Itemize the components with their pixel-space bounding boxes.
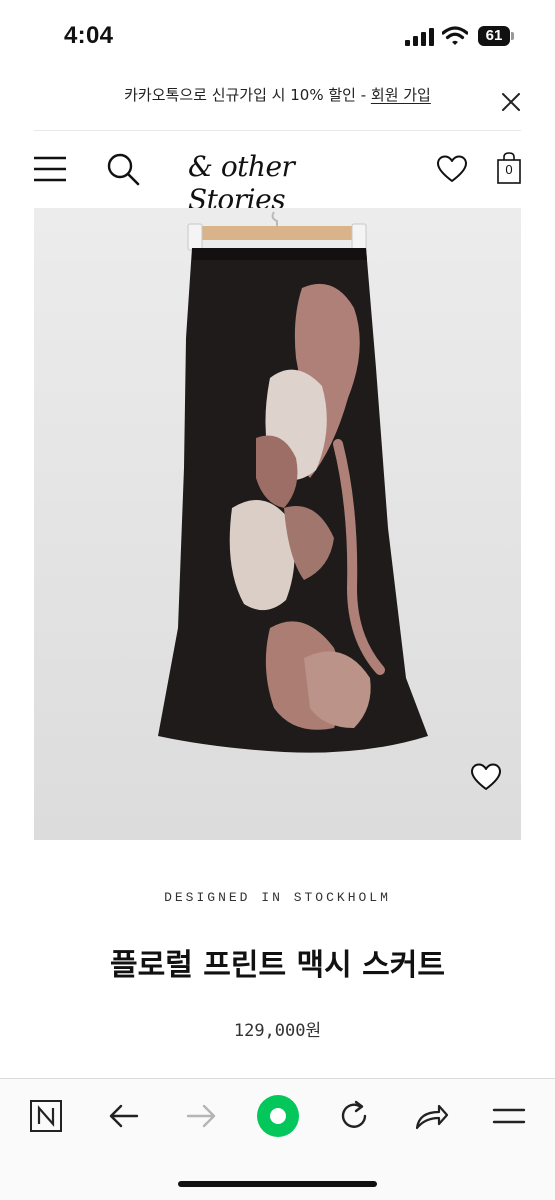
battery-tip	[511, 32, 514, 40]
search-icon[interactable]	[106, 152, 140, 186]
home-indicator	[178, 1181, 377, 1187]
product-price: 129,000원	[233, 1021, 322, 1041]
status-time: 4:04	[64, 22, 114, 49]
promo-text: 카카오톡으로 신규가입 시 10% 할인 -	[124, 86, 371, 104]
product-title: 플로럴 프린트 맥시 스커트	[110, 948, 445, 983]
battery-indicator: 61	[478, 26, 516, 46]
shopping-bag-button[interactable]: 0	[497, 152, 521, 184]
cellular-signal-icon	[405, 28, 434, 46]
product-tagline: DESIGNED IN STOCKHOLM	[164, 890, 391, 905]
signup-link[interactable]: 회원 가입	[371, 86, 431, 104]
green-dot-icon[interactable]	[256, 1094, 300, 1138]
refresh-icon[interactable]	[334, 1096, 374, 1136]
wifi-icon	[442, 26, 468, 45]
close-icon[interactable]	[501, 92, 521, 112]
battery-level: 61	[478, 26, 510, 46]
bag-count: 0	[505, 162, 513, 177]
promo-banner: 카카오톡으로 신규가입 시 10% 할인 - 회원 가입	[0, 84, 555, 105]
wishlist-heart-icon[interactable]	[437, 155, 467, 183]
back-icon[interactable]	[104, 1096, 144, 1136]
promo-divider	[34, 130, 521, 131]
skirt-photo	[34, 208, 521, 840]
product-image[interactable]	[34, 208, 521, 840]
menu-icon[interactable]	[489, 1096, 529, 1136]
toolbar-divider	[0, 1078, 555, 1079]
naver-icon[interactable]	[26, 1096, 66, 1136]
brand-logo[interactable]: & other Stories	[188, 150, 368, 216]
hamburger-menu-icon[interactable]	[34, 156, 66, 182]
share-icon[interactable]	[411, 1096, 451, 1136]
forward-icon[interactable]	[181, 1096, 221, 1136]
product-wishlist-heart-icon[interactable]	[471, 763, 501, 791]
